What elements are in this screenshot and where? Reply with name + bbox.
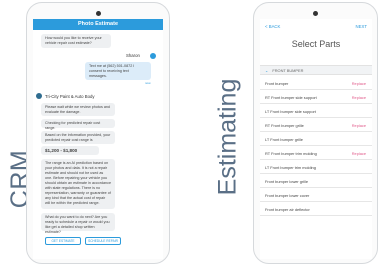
part-name: Front bumper lower grille <box>265 179 309 184</box>
estimating-screen: < BACK NEXT Select Parts ⌄ FRONT BUMPER … <box>260 19 372 259</box>
chat-message: Checking for predicted repair cost range… <box>41 119 115 130</box>
replace-action[interactable]: Replace <box>352 91 366 104</box>
estimating-label: Estimating <box>213 78 242 196</box>
estimating-phone: < BACK NEXT Select Parts ⌄ FRONT BUMPER … <box>253 2 378 264</box>
chat-message: The range is an AI prediction based on y… <box>41 159 115 209</box>
part-row[interactable]: RT Front bumper side support Replace <box>260 91 372 104</box>
chevron-down-icon: ⌄ <box>265 68 269 73</box>
chat-header: Photo Estimate <box>33 19 163 30</box>
customer-name: Sharon <box>126 53 140 58</box>
page-title: Select Parts <box>291 39 341 49</box>
camera-icon <box>96 11 101 16</box>
part-name: LT Front bumper side support <box>265 109 316 114</box>
part-name: RT Front bumper side support <box>265 95 317 100</box>
part-row[interactable]: LT Front bumper side support <box>260 105 372 118</box>
schedule-repair-button[interactable]: SCHEDULE REPAIR <box>85 237 121 245</box>
chat-message: Text me at (562) 501-0872 I consent to r… <box>85 62 151 80</box>
shop-avatar <box>36 93 42 99</box>
part-row[interactable]: RT Front bumper grille Replace <box>260 119 372 132</box>
part-name: LT Front bumper trim molding <box>265 165 316 170</box>
part-name: Front bumper air deflector <box>265 207 310 212</box>
part-row[interactable]: Front bumper air deflector <box>260 203 372 216</box>
replace-action[interactable]: Replace <box>352 147 366 160</box>
part-row[interactable]: LT Front bumper trim molding <box>260 161 372 174</box>
part-row[interactable]: RT Front bumper trim molding Replace <box>260 147 372 160</box>
part-name: LT Front bumper grille <box>265 137 303 142</box>
section-label: FRONT BUMPER <box>272 68 304 73</box>
part-name: RT Front bumper grille <box>265 123 304 128</box>
chat-message: Based on the information provided, your … <box>41 131 115 144</box>
replace-action[interactable]: Replace <box>352 77 366 90</box>
customer-avatar <box>150 53 156 59</box>
camera-icon <box>313 11 318 16</box>
part-row[interactable]: LT Front bumper grille <box>260 133 372 146</box>
estimating-label-wrap: Estimating <box>213 62 243 212</box>
chat-message: Please wait while we review photos and e… <box>41 103 115 116</box>
message-time: now <box>145 81 151 85</box>
crm-screen: Photo Estimate How would you like to rec… <box>33 19 163 259</box>
part-name: RT Front bumper trim molding <box>265 151 317 156</box>
part-row[interactable]: Front bumper Replace <box>260 77 372 90</box>
part-row[interactable]: Front bumper lower grille <box>260 175 372 188</box>
replace-action[interactable]: Replace <box>352 119 366 132</box>
crm-phone: Photo Estimate How would you like to rec… <box>26 2 170 264</box>
price-range: $1,200 - $1,800 <box>41 146 99 155</box>
next-button[interactable]: NEXT <box>356 24 367 29</box>
part-name: Front bumper <box>265 81 289 86</box>
part-row[interactable]: Front bumper lower cover <box>260 189 372 202</box>
section-header[interactable]: ⌄ FRONT BUMPER <box>260 65 372 75</box>
nav-bar: < BACK NEXT <box>260 23 372 31</box>
part-name: Front bumper lower cover <box>265 193 310 198</box>
chat-message: How would you like to receive your vehic… <box>41 34 111 48</box>
get-estimate-button[interactable]: GET ESTIMATE <box>45 237 81 245</box>
back-button[interactable]: < BACK <box>265 24 280 29</box>
chat-message: What do you want to do next? Are you rea… <box>41 213 115 234</box>
shop-name: Tri-City Paint & Auto Body <box>45 94 95 99</box>
